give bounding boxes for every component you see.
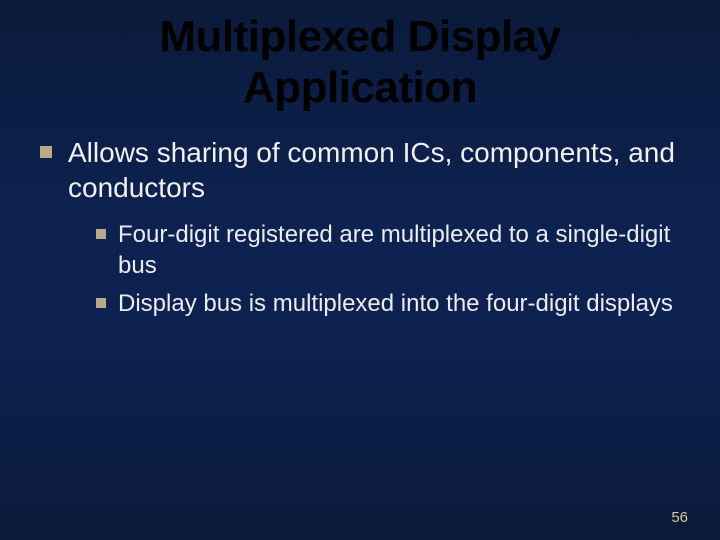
bullet-level2: Display bus is multiplexed into the four… [96,288,680,319]
square-bullet-icon [96,298,106,308]
bullet-text: Display bus is multiplexed into the four… [118,288,673,319]
bullet-text: Four-digit registered are multiplexed to… [118,219,680,281]
slide-container: Multiplexed Display Application Allows s… [0,0,720,540]
sub-bullet-list: Four-digit registered are multiplexed to… [96,219,680,319]
slide-title: Multiplexed Display Application [40,12,680,113]
bullet-level2: Four-digit registered are multiplexed to… [96,219,680,281]
page-number: 56 [671,509,688,526]
bullet-text: Allows sharing of common ICs, components… [68,135,680,205]
square-bullet-icon [96,229,106,239]
bullet-level1: Allows sharing of common ICs, components… [40,135,680,205]
square-bullet-icon [40,146,52,158]
